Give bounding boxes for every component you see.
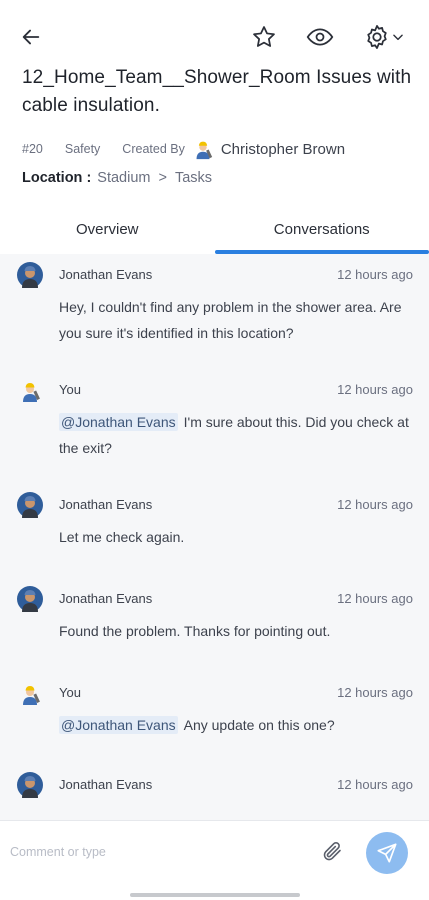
mention-tag[interactable]: @Jonathan Evans [59, 716, 178, 734]
jonathan-avatar [17, 772, 43, 798]
back-button[interactable] [14, 20, 48, 54]
breadcrumb-item-tasks[interactable]: Tasks [175, 170, 212, 186]
location-breadcrumb: Location : Stadium > Tasks [22, 166, 212, 190]
message-text: Found the problem. Thanks for pointing o… [59, 623, 331, 639]
star-icon [253, 26, 275, 47]
message-time: 12 hours ago [337, 382, 413, 397]
send-icon [377, 843, 397, 863]
message-body: Any update on this one? [183, 717, 335, 733]
message-time: 12 hours ago [337, 777, 413, 792]
home-indicator [130, 893, 300, 897]
message-author: Jonathan Evans [59, 777, 153, 792]
message-text: @Jonathan Evans Any update on this one? [59, 712, 414, 738]
eye-icon [306, 28, 334, 46]
send-button[interactable] [366, 832, 408, 874]
message-time: 12 hours ago [337, 591, 413, 606]
arrow-left-icon [22, 29, 40, 45]
message-text: Let me check again. [59, 529, 185, 545]
task-meta: #20 Safety Created By Christopher Brown [22, 136, 345, 162]
creator-name[interactable]: Christopher Brown [221, 141, 345, 158]
message-time: 12 hours ago [337, 685, 413, 700]
top-bar [0, 0, 429, 64]
comment-input[interactable] [8, 829, 312, 875]
creator-avatar [191, 137, 215, 161]
favorite-button[interactable] [247, 20, 281, 54]
message-author: Jonathan Evans [59, 497, 153, 512]
task-category: Safety [64, 142, 101, 156]
conversation-list[interactable]: Jonathan Evans 12 hours ago Hey, I could… [0, 254, 429, 820]
created-by-label: Created By [122, 142, 185, 156]
mention-tag[interactable]: @Jonathan Evans [59, 413, 178, 431]
attach-button[interactable] [316, 835, 348, 867]
chevron-down-icon [393, 34, 403, 41]
message-author: You [59, 685, 81, 700]
jonathan-avatar [17, 492, 43, 518]
message-time: 12 hours ago [337, 497, 413, 512]
jonathan-avatar [17, 586, 43, 612]
comment-composer [0, 820, 429, 883]
tab-conversations[interactable]: Conversations [214, 204, 429, 254]
task-title: 12_Home_Team__Shower_Room Issues with ca… [22, 67, 412, 116]
location-label: Location : [22, 170, 92, 186]
message-author: You [59, 382, 81, 397]
jonathan-avatar [17, 262, 43, 288]
worker-avatar [17, 680, 43, 706]
message-text: Hey, I couldn't find any problem in the … [59, 299, 402, 341]
tab-overview[interactable]: Overview [0, 204, 215, 254]
breadcrumb-item-stadium[interactable]: Stadium [97, 170, 150, 186]
message-author: Jonathan Evans [59, 267, 153, 282]
watch-button[interactable] [303, 20, 337, 54]
message-time: 12 hours ago [337, 267, 413, 282]
message-author: Jonathan Evans [59, 591, 153, 606]
message-text: @Jonathan Evans I'm sure about this. Did … [59, 409, 414, 461]
tab-bar: Overview Conversations [0, 204, 429, 254]
task-detail-screen: 12_Home_Team__Shower_Room Issues with ca… [0, 0, 429, 900]
worker-avatar [17, 377, 43, 403]
task-id: #20 [22, 142, 43, 156]
gear-icon [367, 25, 387, 49]
settings-button[interactable] [358, 20, 410, 54]
breadcrumb-separator: > [158, 170, 167, 186]
paperclip-icon [323, 842, 341, 861]
